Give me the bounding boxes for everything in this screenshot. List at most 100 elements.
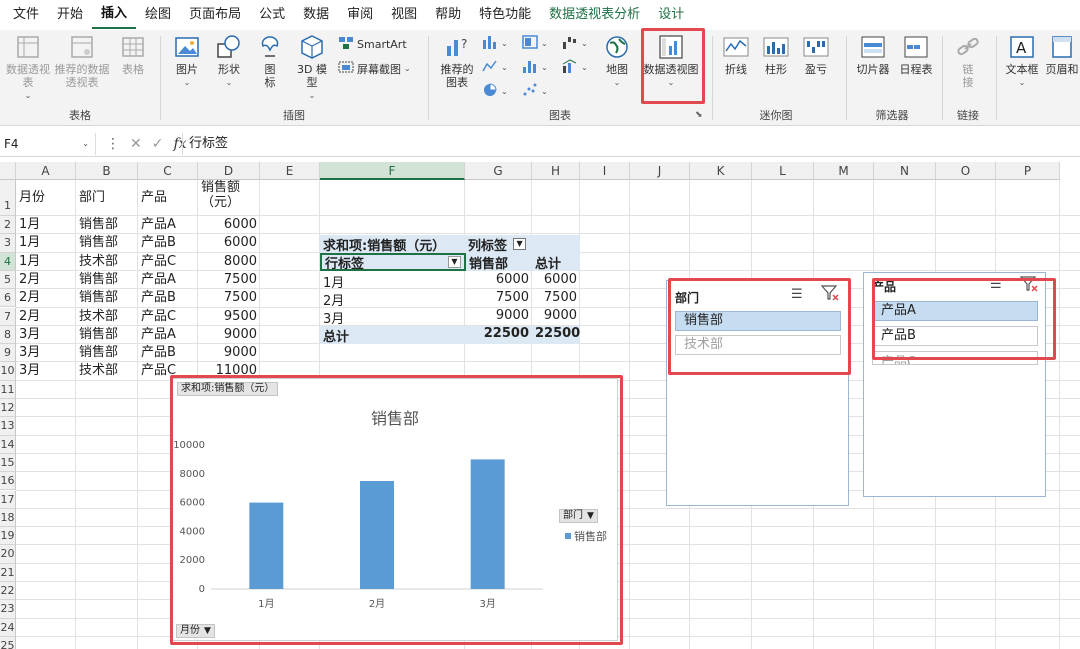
source-cell[interactable]: 7500: [198, 271, 260, 289]
picture-button[interactable]: 图片 ⌄: [170, 34, 204, 89]
column-header[interactable]: P: [996, 162, 1060, 180]
column-header[interactable]: N: [874, 162, 936, 180]
pie-chart-icon[interactable]: ⌄: [482, 82, 512, 101]
row-header[interactable]: 20: [0, 545, 16, 564]
source-cell[interactable]: 技术部: [76, 362, 138, 380]
row-header[interactable]: 19: [0, 527, 16, 546]
menu-data[interactable]: 数据: [294, 0, 338, 30]
pivot-total-col-header[interactable]: 总计: [532, 253, 580, 271]
slicer-item-tech[interactable]: 技术部: [675, 335, 841, 355]
pivot-col-header[interactable]: 销售部: [466, 253, 532, 271]
row-header[interactable]: 21: [0, 563, 16, 582]
icons-button[interactable]: 图标: [254, 34, 286, 89]
row-header[interactable]: 17: [0, 490, 16, 509]
source-cell[interactable]: 8000: [198, 253, 260, 271]
source-header[interactable]: 部门: [76, 180, 138, 216]
row-header[interactable]: 22: [0, 582, 16, 601]
source-cell[interactable]: 3月: [16, 344, 76, 362]
menu-review[interactable]: 审阅: [338, 0, 382, 30]
menu-view[interactable]: 视图: [382, 0, 426, 30]
dialog-launcher-icon[interactable]: ⬊: [695, 110, 703, 120]
source-cell[interactable]: 产品B: [138, 344, 198, 362]
clear-filter-icon[interactable]: [1019, 276, 1038, 295]
source-cell[interactable]: 销售部: [76, 289, 138, 307]
pivot-table-button[interactable]: 数据透视表 ⌄: [6, 34, 50, 102]
source-cell[interactable]: 销售部: [76, 234, 138, 252]
menu-special[interactable]: 特色功能: [470, 0, 540, 30]
formula-input[interactable]: 行标签: [182, 132, 228, 155]
table-button[interactable]: 表格: [116, 34, 150, 76]
sparkline-line-button[interactable]: 折线: [720, 34, 752, 76]
pivot-value[interactable]: 9000: [466, 308, 532, 326]
source-cell[interactable]: 3月: [16, 326, 76, 344]
source-cell[interactable]: 销售部: [76, 326, 138, 344]
row-header[interactable]: 23: [0, 600, 16, 619]
column-header[interactable]: L: [752, 162, 814, 180]
row-header[interactable]: 24: [0, 618, 16, 637]
menu-draw[interactable]: 绘图: [136, 0, 180, 30]
menu-formulas[interactable]: 公式: [250, 0, 294, 30]
sparkline-column-button[interactable]: 柱形: [760, 34, 792, 76]
source-cell[interactable]: 技术部: [76, 308, 138, 326]
column-header[interactable]: K: [690, 162, 752, 180]
row-header[interactable]: 1: [0, 180, 16, 216]
source-cell[interactable]: 产品B: [138, 289, 198, 307]
source-cell[interactable]: 技术部: [76, 253, 138, 271]
slicer-item-product-c[interactable]: 产品C: [872, 351, 1038, 365]
source-cell[interactable]: 销售部: [76, 271, 138, 289]
source-cell[interactable]: 产品A: [138, 326, 198, 344]
shapes-button[interactable]: 形状 ⌄: [212, 34, 246, 89]
column-header[interactable]: G: [465, 162, 532, 180]
source-cell[interactable]: 产品C: [138, 253, 198, 271]
filter-icon[interactable]: ▼: [513, 238, 527, 250]
dropdown-icon[interactable]: ▼: [448, 256, 461, 268]
pivot-value[interactable]: 6000: [466, 272, 532, 290]
column-header[interactable]: E: [260, 162, 320, 180]
slicer-button[interactable]: 切片器: [852, 34, 894, 76]
source-header[interactable]: 销售额 （元）: [198, 180, 260, 216]
source-cell[interactable]: 9000: [198, 326, 260, 344]
source-header[interactable]: 产品: [138, 180, 198, 216]
row-header[interactable]: 12: [0, 399, 16, 418]
clear-filter-icon[interactable]: [820, 285, 839, 304]
multi-select-icon[interactable]: ☰: [990, 277, 1002, 292]
source-cell[interactable]: 产品B: [138, 234, 198, 252]
row-header[interactable]: 7: [0, 307, 16, 326]
source-cell[interactable]: 7500: [198, 289, 260, 307]
scatter-chart-icon[interactable]: ⌄: [522, 82, 552, 101]
row-header[interactable]: 25: [0, 636, 16, 649]
map-button[interactable]: 地图 ⌄: [600, 34, 634, 89]
menu-pivot-analyze[interactable]: 数据透视表分析: [540, 0, 649, 30]
column-header[interactable]: M: [814, 162, 874, 180]
column-header[interactable]: B: [76, 162, 138, 180]
hierarchy-chart-icon[interactable]: ⌄: [522, 34, 552, 53]
sparkline-winloss-button[interactable]: 盈亏: [800, 34, 832, 76]
3d-model-button[interactable]: 3D 模型 ⌄: [294, 34, 330, 102]
row-header[interactable]: 16: [0, 472, 16, 491]
column-header[interactable]: F: [320, 162, 465, 180]
menu-design[interactable]: 设计: [649, 0, 693, 30]
timeline-button[interactable]: 日程表: [896, 34, 936, 76]
legend-field-button[interactable]: 部门 ▼: [559, 509, 598, 523]
link-button[interactable]: 链接: [950, 34, 986, 89]
column-header[interactable]: H: [532, 162, 580, 180]
select-all-corner[interactable]: [0, 162, 16, 180]
pivot-chart[interactable]: 求和项:销售额（元） 销售部 0 2000 4000 6000 8000 10000 1月 2月…: [172, 378, 618, 641]
confirm-icon[interactable]: ✓: [152, 136, 164, 152]
source-cell[interactable]: 产品A: [138, 216, 198, 234]
menu-insert[interactable]: 插入: [92, 1, 137, 29]
menu-file[interactable]: 文件: [4, 0, 48, 30]
stat-chart-icon[interactable]: ⌄: [522, 58, 552, 77]
slicer-item-sales[interactable]: 销售部: [675, 311, 841, 331]
row-header[interactable]: 11: [0, 380, 16, 399]
source-cell[interactable]: 销售部: [76, 216, 138, 234]
source-cell[interactable]: 1月: [16, 216, 76, 234]
cancel-icon[interactable]: ✕: [130, 136, 142, 152]
screenshot-button[interactable]: 屏幕截图 ⌄: [338, 60, 411, 77]
pivot-row-label-2[interactable]: 2月: [320, 290, 466, 308]
slicer-item-product-b[interactable]: 产品B: [872, 326, 1038, 346]
row-header[interactable]: 5: [0, 270, 16, 290]
recommended-charts-button[interactable]: ? 推荐的图表: [436, 34, 478, 89]
pivot-row-label-cell[interactable]: 行标签 ▼: [320, 253, 466, 271]
source-cell[interactable]: 6000: [198, 234, 260, 252]
